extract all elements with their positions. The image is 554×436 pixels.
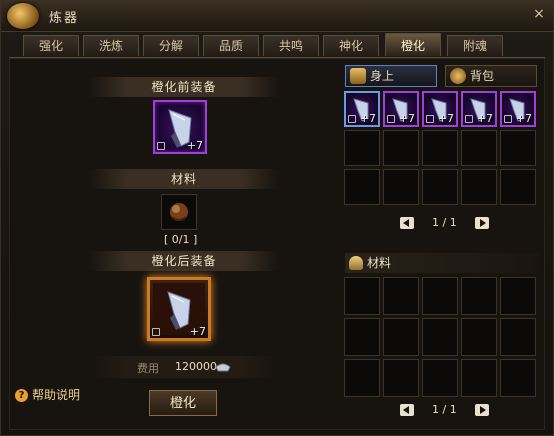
equipment-slot[interactable]	[461, 169, 497, 205]
equipment-slot[interactable]: +7	[383, 91, 419, 127]
lock-icon	[387, 115, 395, 123]
before-equipment-slot[interactable]: +7	[153, 100, 207, 154]
equipment-slot[interactable]	[461, 130, 497, 166]
equipment-slot[interactable]	[500, 130, 536, 166]
enhance-level: +7	[359, 112, 376, 125]
material-slot[interactable]	[461, 359, 497, 397]
equipment-slot[interactable]	[344, 130, 380, 166]
enhance-level: +7	[515, 112, 532, 125]
silver-ingot-icon	[215, 363, 231, 372]
equip-prev-page-button[interactable]	[400, 217, 414, 229]
cost-label: 费用	[137, 362, 159, 375]
tab-refine[interactable]: 洗炼	[83, 35, 139, 56]
lock-icon	[426, 115, 434, 123]
material-count: [ 0/1 ]	[164, 233, 198, 246]
help-icon: ?	[15, 389, 28, 402]
material-slot[interactable]	[383, 318, 419, 356]
lock-icon	[348, 115, 356, 123]
cauldron-icon	[7, 3, 39, 29]
tab-orange[interactable]: 橙化	[385, 33, 441, 56]
material-next-page-button[interactable]	[475, 404, 489, 416]
help-link[interactable]: ? 帮助说明	[15, 386, 80, 403]
equip-page-indicator: 1 / 1	[432, 216, 457, 229]
equipment-slot[interactable]	[422, 169, 458, 205]
lock-icon	[465, 115, 473, 123]
material-slot[interactable]	[161, 194, 197, 230]
material-prev-page-button[interactable]	[400, 404, 414, 416]
equipment-slot[interactable]: +7	[344, 91, 380, 127]
equipment-slot[interactable]: +7	[461, 91, 497, 127]
enhance-level: +7	[398, 112, 415, 125]
wheat-icon	[349, 256, 363, 270]
material-label: 材料	[89, 169, 279, 189]
lock-icon	[504, 115, 512, 123]
material-slot[interactable]	[383, 359, 419, 397]
tab-equipped-label: 身上	[370, 69, 395, 83]
enhance-level: +7	[437, 112, 454, 125]
orange-stone-icon	[170, 203, 188, 221]
tab-decompose[interactable]: 分解	[143, 35, 199, 56]
tab-resonance[interactable]: 共鸣	[263, 35, 319, 56]
tab-deify[interactable]: 神化	[323, 35, 379, 56]
equipment-slot[interactable]	[383, 169, 419, 205]
tab-bag[interactable]: 背包	[445, 65, 537, 87]
material-slot[interactable]	[500, 277, 536, 315]
material-slot[interactable]	[383, 277, 419, 315]
material-slot[interactable]	[344, 359, 380, 397]
window-title: 炼器	[49, 11, 80, 26]
equipment-slot[interactable]: +7	[500, 91, 536, 127]
armor-icon	[350, 68, 366, 84]
material-grid-header: 材料	[345, 253, 539, 273]
material-slot[interactable]	[422, 277, 458, 315]
material-slot[interactable]	[422, 359, 458, 397]
material-page-indicator: 1 / 1	[432, 403, 457, 416]
material-slot[interactable]	[344, 318, 380, 356]
lock-icon	[152, 328, 160, 336]
enhance-level: +7	[186, 139, 203, 152]
tab-soul[interactable]: 附魂	[447, 35, 503, 56]
material-slot[interactable]	[500, 359, 536, 397]
tab-strengthen[interactable]: 强化	[23, 35, 79, 56]
bag-icon	[450, 68, 466, 84]
equipment-slot[interactable]	[422, 130, 458, 166]
title-bar[interactable]: 炼器 ×	[1, 1, 553, 32]
after-equipment-slot[interactable]: +7	[147, 277, 211, 341]
help-text: 帮助说明	[32, 388, 81, 402]
cost-value: 120000	[175, 360, 217, 373]
material-slot[interactable]	[422, 318, 458, 356]
after-equipment-label: 橙化后装备	[89, 251, 279, 271]
material-slot[interactable]	[461, 318, 497, 356]
equip-next-page-button[interactable]	[475, 217, 489, 229]
lock-icon	[157, 142, 165, 150]
forge-window: 炼器 × 强化 洗炼 分解 品质 共鸣 神化 橙化 附魂 橙化前装备 +7 材料…	[0, 0, 554, 436]
close-button[interactable]: ×	[531, 6, 547, 22]
orange-upgrade-button[interactable]: 橙化	[149, 390, 217, 416]
equipment-slot[interactable]	[500, 169, 536, 205]
tab-quality[interactable]: 品质	[203, 35, 259, 56]
equipment-slot[interactable]: +7	[422, 91, 458, 127]
cost-bar: 费用 120000	[89, 356, 279, 378]
tab-bag-label: 背包	[470, 69, 495, 83]
material-slot[interactable]	[461, 277, 497, 315]
before-equipment-label: 橙化前装备	[89, 77, 279, 97]
tab-equipped[interactable]: 身上	[345, 65, 437, 87]
enhance-level: +7	[189, 325, 206, 338]
enhance-level: +7	[476, 112, 493, 125]
material-slot[interactable]	[344, 277, 380, 315]
equipment-slot[interactable]	[344, 169, 380, 205]
equipment-slot[interactable]	[383, 130, 419, 166]
tab-bar: 强化 洗炼 分解 品质 共鸣 神化 橙化 附魂	[23, 33, 535, 57]
material-slot[interactable]	[500, 318, 536, 356]
material-header-label: 材料	[367, 256, 392, 270]
